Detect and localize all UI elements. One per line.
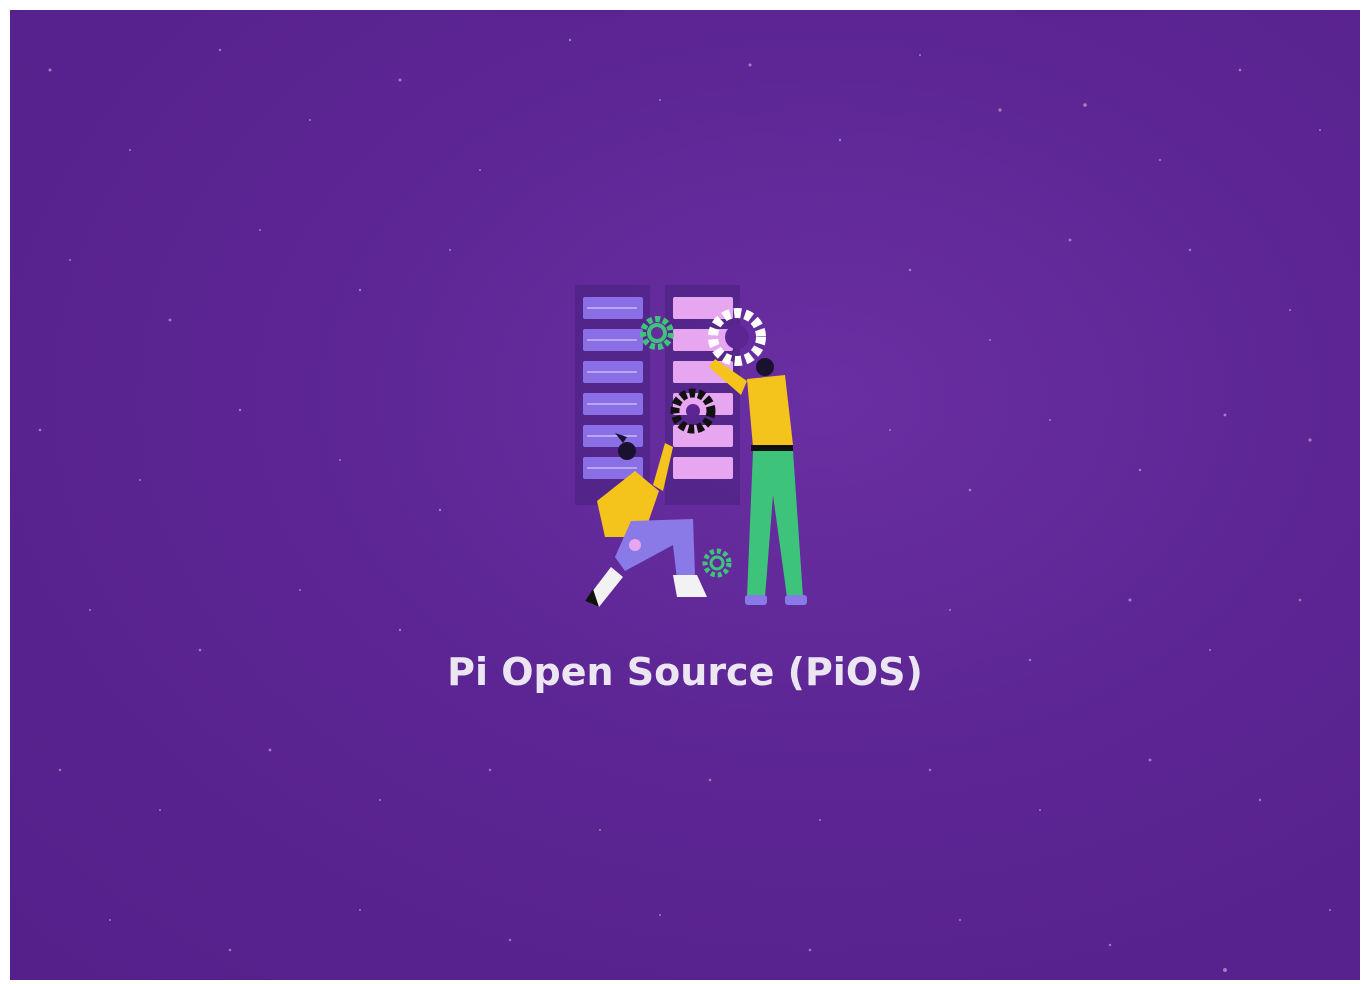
server-rack-icon bbox=[575, 285, 650, 505]
team-working-on-servers-illustration bbox=[575, 285, 807, 607]
page-title: Pi Open Source (PiOS) bbox=[447, 650, 923, 694]
gear-icon bbox=[702, 548, 732, 578]
banner-background: Pi Open Source (PiOS) bbox=[10, 10, 1360, 980]
